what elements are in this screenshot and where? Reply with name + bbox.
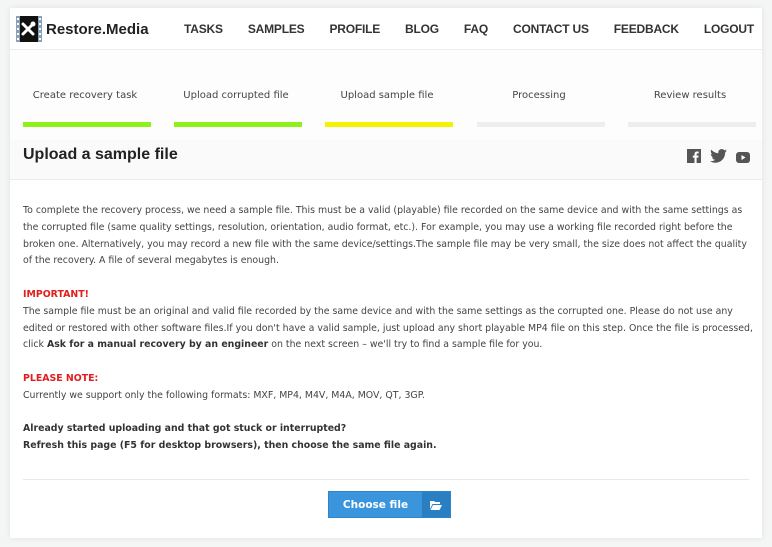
step-bar: [628, 122, 756, 127]
facebook-icon[interactable]: [687, 148, 701, 167]
choose-file-button[interactable]: Choose file: [328, 491, 451, 518]
nav-samples[interactable]: SAMPLES: [248, 22, 305, 36]
folder-open-icon: [422, 492, 450, 517]
nav-tasks[interactable]: TASKS: [184, 22, 223, 36]
step-processing: Processing: [474, 50, 605, 140]
intro-text: To complete the recovery process, we nee…: [23, 205, 747, 267]
step-label: Upload sample file: [340, 90, 434, 101]
note-section: PLEASE NOTE: Currently we support only t…: [23, 371, 753, 405]
main-nav: TASKS SAMPLES PROFILE BLOG FAQ CONTACT U…: [159, 8, 754, 50]
manual-recovery-hint: Ask for a manual recovery by an engineer: [46, 339, 269, 351]
youtube-icon[interactable]: [736, 148, 750, 167]
title-row: Upload a sample file: [10, 140, 762, 180]
divider: [23, 479, 749, 480]
page-card: Restore.Media TASKS SAMPLES PROFILE BLOG…: [10, 8, 762, 538]
social-links: [678, 148, 750, 167]
twitter-icon[interactable]: [710, 148, 727, 167]
supported-formats: Currently we support only the following …: [23, 389, 425, 401]
step-upload-sample-file: Upload sample file: [322, 50, 453, 140]
nav-logout[interactable]: LOGOUT: [704, 22, 754, 36]
stuck-question: Already started uploading and that got s…: [23, 423, 347, 435]
choose-file-label: Choose file: [329, 492, 422, 517]
important-section: IMPORTANT! The sample file must be an or…: [23, 287, 753, 354]
nav-profile[interactable]: PROFILE: [329, 22, 380, 36]
stuck-section: Already started uploading and that got s…: [23, 421, 753, 455]
step-bar: [174, 122, 302, 127]
nav-feedback[interactable]: FEEDBACK: [614, 22, 679, 36]
note-heading: PLEASE NOTE:: [23, 372, 99, 384]
progress-steps: Create recovery task Upload corrupted fi…: [10, 50, 762, 140]
nav-contact-us[interactable]: CONTACT US: [513, 22, 589, 36]
step-create-recovery-task: Create recovery task: [20, 50, 151, 140]
stuck-instruction: Refresh this page (F5 for desktop browse…: [23, 440, 437, 452]
top-navbar: Restore.Media TASKS SAMPLES PROFILE BLOG…: [10, 8, 762, 50]
instructions: To complete the recovery process, we nee…: [23, 203, 753, 472]
step-label: Create recovery task: [32, 90, 138, 101]
step-upload-corrupted-file: Upload corrupted file: [171, 50, 302, 140]
step-bar: [477, 122, 605, 127]
step-bar: [23, 122, 151, 127]
brand-name: Restore.Media: [46, 20, 149, 38]
step-label: Processing: [512, 90, 566, 101]
step-label: Upload corrupted file: [183, 90, 289, 101]
step-review-results: Review results: [625, 50, 756, 140]
page-title: Upload a sample file: [23, 146, 178, 163]
step-bar: [325, 122, 453, 127]
logo[interactable]: Restore.Media: [16, 16, 149, 42]
film-tools-icon: [16, 16, 42, 42]
step-label: Review results: [653, 90, 727, 101]
important-text-end: on the next screen – we'll try to find a…: [268, 339, 543, 351]
important-heading: IMPORTANT!: [23, 288, 89, 300]
nav-blog[interactable]: BLOG: [405, 22, 439, 36]
nav-faq[interactable]: FAQ: [464, 22, 488, 36]
